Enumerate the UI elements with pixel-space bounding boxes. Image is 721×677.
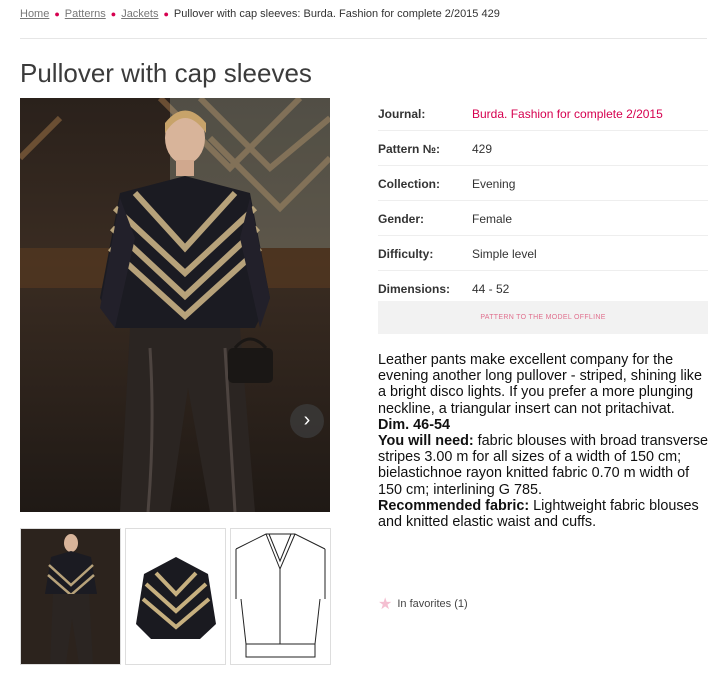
breadcrumb-separator: ● [54,9,60,19]
detail-row-journal: Journal: Burda. Fashion for complete 2/2… [378,96,708,131]
detail-row-difficulty: Difficulty: Simple level [378,236,708,271]
star-icon: ★ [378,596,393,613]
thumbnail-model-photo[interactable] [20,528,121,665]
pattern-description: Leather pants make excellent company for… [378,352,710,530]
thumbnail-garment-photo[interactable] [125,528,226,665]
favorites-toggle[interactable]: ★ In favorites (1) [378,594,468,614]
journal-link[interactable]: Burda. Fashion for complete 2/2015 [472,107,663,121]
breadcrumb-home-link[interactable]: Home [20,8,49,20]
breadcrumb-separator: ● [163,9,169,19]
detail-value: Evening [472,177,516,191]
detail-label: Journal: [378,107,426,121]
description-intro: Leather pants make excellent company for… [378,352,702,417]
description-dimensions: Dim. 46-54 [378,416,450,433]
model-photo-illustration [20,98,330,512]
page-title: Pullover with cap sleeves [20,58,312,88]
detail-label: Difficulty: [378,247,434,261]
description-need-label: You will need: [378,433,474,450]
thumbnail-model-image [21,529,120,664]
detail-label: Gender: [378,212,425,226]
breadcrumb-current: Pullover with cap sleeves: Burda. Fashio… [173,8,500,20]
detail-value: Female [472,212,513,226]
gallery-next-button[interactable]: › [290,404,324,438]
detail-row-gender: Gender: Female [378,201,708,236]
main-product-photo[interactable]: › [20,98,330,512]
thumbnail-garment-image [136,557,216,639]
detail-row-collection: Collection: Evening [378,166,708,201]
detail-row-pattern-number: Pattern №: 429 [378,131,708,166]
detail-value: 44 - 52 [472,282,510,296]
description-fabric-label: Recommended fabric: [378,497,530,514]
detail-value: Simple level [472,247,537,261]
breadcrumb-patterns-link[interactable]: Patterns [65,8,106,20]
thumbnail-technical-drawing[interactable] [230,528,331,665]
thumbnail-drawing-image [235,533,326,658]
breadcrumb: Home ● Patterns ● Jackets ● Pullover with cap … [20,8,500,20]
breadcrumb-jackets-link[interactable]: Jackets [121,8,158,20]
divider [20,38,707,39]
detail-label: Pattern №: [378,142,441,156]
detail-value: 429 [472,142,493,156]
favorites-label: In favorites (1) [397,598,468,610]
pattern-offline-button[interactable]: PATTERN TO THE MODEL OFFLINE [378,301,708,334]
pattern-details: Journal: Burda. Fashion for complete 2/2… [378,96,708,306]
chevron-right-icon: › [303,409,311,431]
breadcrumb-separator: ● [110,9,117,19]
detail-label: Dimensions: [378,282,451,296]
detail-label: Collection: [378,177,440,191]
